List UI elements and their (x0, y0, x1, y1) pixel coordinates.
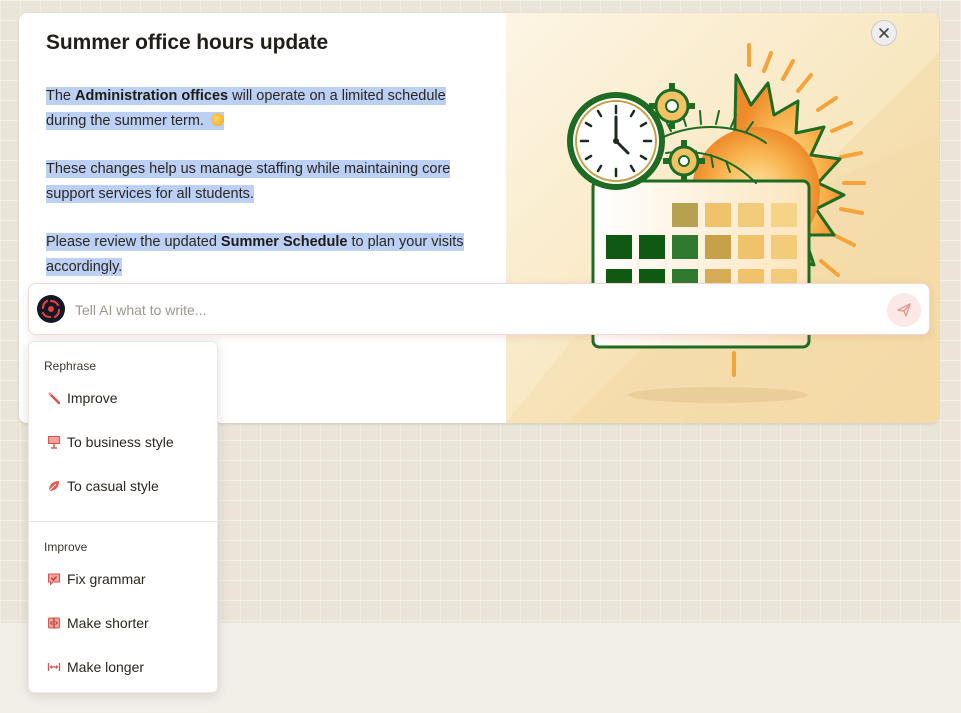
send-button[interactable] (887, 293, 921, 327)
menu-item-make-shorter[interactable]: Make shorter (39, 608, 207, 638)
close-button[interactable] (871, 20, 897, 46)
ai-prompt-bar (28, 283, 930, 335)
ai-prompt-input[interactable] (73, 296, 857, 324)
card-content: Summer office hours update The Administr… (46, 31, 486, 303)
ai-logo-icon (37, 295, 65, 323)
bold-summer-schedule: Summer Schedule (220, 234, 348, 250)
leaf-icon (48, 481, 59, 492)
paragraph-2[interactable]: These changes help us manage staffing wh… (46, 157, 486, 206)
check-chat-icon (48, 573, 60, 586)
paragraph-1[interactable]: The Administration offices will operate … (46, 84, 486, 133)
card-title: Summer office hours update (46, 31, 329, 54)
close-icon (879, 28, 889, 38)
shrink-icon (48, 617, 60, 629)
menu-section-rephrase: Rephrase (44, 359, 97, 373)
menu-item-improve[interactable]: Improve (39, 383, 207, 413)
ai-actions-menu: Rephrase Improve To business style To ca… (28, 341, 218, 693)
menu-item-business-style[interactable]: To business style (39, 427, 207, 457)
menu-divider (29, 521, 217, 522)
paragraph-3[interactable]: Please review the updated Summer Schedul… (46, 230, 486, 279)
magic-wand-icon (48, 392, 61, 405)
summer-calendar-clock-illustration (506, 13, 939, 423)
sun-emoji-icon (210, 112, 224, 126)
menu-item-casual-style[interactable]: To casual style (39, 471, 207, 501)
expand-icon (47, 663, 61, 671)
menu-section-improve: Improve (44, 540, 88, 554)
bold-admin-offices: Administration offices (75, 88, 229, 104)
menu-item-fix-grammar[interactable]: Fix grammar (39, 564, 207, 594)
menu-item-make-longer[interactable]: Make longer (39, 652, 207, 682)
presentation-icon (48, 436, 60, 449)
send-icon (897, 303, 911, 317)
